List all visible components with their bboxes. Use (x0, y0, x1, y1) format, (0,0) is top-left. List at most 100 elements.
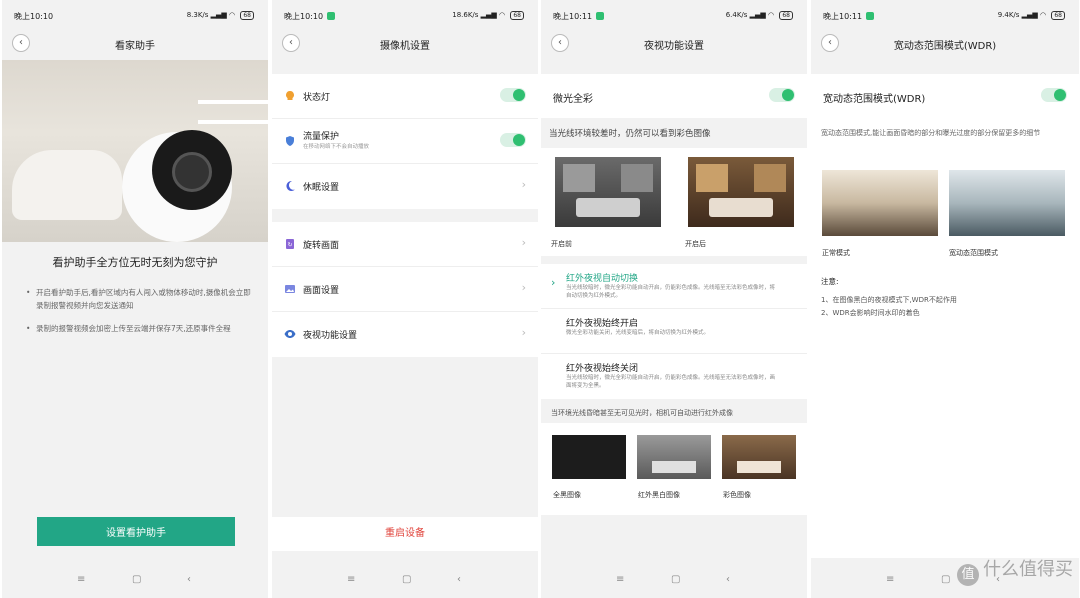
setting-night-vision[interactable]: 夜视功能设置 › (272, 312, 538, 357)
setting-label: 夜视功能设置 (303, 331, 358, 341)
setting-label: 画面设置 (303, 286, 340, 296)
status-bar: 晚上10:11 9.4K/s ▂▄▆ ◠ 68 (811, 8, 1079, 24)
status-bar: 晚上10:10 18.6K/s ▂▄▆ ◠ 68 (272, 8, 538, 24)
home-icon[interactable]: ▢ (671, 574, 680, 585)
option-title: 红外夜视始终关闭 (566, 364, 639, 374)
shelf-graphic (198, 100, 268, 104)
home-icon[interactable]: ▢ (941, 574, 950, 585)
shelf-graphic (198, 120, 268, 124)
setting-label: 旋转画面 (303, 241, 340, 251)
chevron-right-icon: › (521, 281, 526, 294)
back-nav-icon[interactable]: ‹ (187, 574, 191, 585)
ir-description: 当环境光线昏暗甚至无可见光时，相机可自动进行红外成像 (551, 409, 733, 417)
home-icon[interactable]: ▢ (402, 574, 411, 585)
option-desc: 当光线较暗时，微光全彩功能自动开启，仍能彩色成像。光线暗至无法彩色成像时，将自动… (566, 285, 776, 299)
screen-camera-settings: 晚上10:10 18.6K/s ▂▄▆ ◠ 68 ‹ 摄像机设置 状态灯 流量保… (272, 0, 538, 598)
home-icon[interactable]: ▢ (132, 574, 141, 585)
watermark-text: 什么值得买 (983, 559, 1073, 580)
wdr-row[interactable]: 宽动态范围模式(WDR) (811, 74, 1079, 118)
normal-caption: 正常模式 (822, 249, 850, 257)
status-right: 9.4K/s ▂▄▆ ◠ 68 (998, 11, 1065, 20)
after-image (688, 157, 794, 227)
note-title: 注意: (821, 277, 839, 286)
page-title: 摄像机设置 (380, 41, 430, 52)
screen-wdr: 晚上10:11 9.4K/s ▂▄▆ ◠ 68 ‹ 宽动态范围模式(WDR) 宽… (811, 0, 1079, 598)
status-light-toggle[interactable] (500, 88, 526, 102)
net-speed: 18.6K/s (452, 11, 479, 19)
setup-guard-button[interactable]: 设置看护助手 (37, 517, 235, 546)
sofa-graphic (12, 150, 122, 220)
status-right: 18.6K/s ▂▄▆ ◠ 68 (452, 11, 524, 20)
menu-icon[interactable]: ≡ (616, 574, 624, 585)
battery-icon: 68 (779, 11, 793, 20)
feature-list: 开启看护助手后,看护区域内有人闯入或物体移动时,摄像机会立即录制报警视频并向您发… (26, 286, 252, 345)
data-saver-toggle[interactable] (500, 133, 526, 147)
settings-group-2: ↻ 旋转画面 › 画面设置 › 夜视功能设置 › (272, 222, 538, 357)
window-graphic (696, 164, 729, 192)
section-description: 当光线环境较差时，仍然可以看到彩色图像 (549, 129, 711, 139)
status-bar: 晚上10:11 6.4K/s ▂▄▆ ◠ 68 (541, 8, 807, 24)
restart-device-button[interactable]: 重启设备 (272, 517, 538, 551)
app-notify-icon (866, 12, 875, 20)
wdr-body: 宽动态范围模式,能让画面昏暗的部分和曝光过度的部分保留更多的细节 正常模式 宽动… (811, 118, 1079, 558)
chevron-right-icon: › (521, 178, 526, 191)
ir-sample-images: 全黑图像 红外黑白图像 彩色图像 (541, 423, 807, 515)
system-nav: ≡ ▢ ‹ (272, 574, 538, 588)
setting-rotate[interactable]: ↻ 旋转画面 › (272, 222, 538, 267)
window-graphic (563, 164, 596, 192)
page-title: 看家助手 (115, 41, 155, 52)
note-item: 1、在图像黑白的夜视模式下,WDR不起作用 (821, 296, 957, 304)
status-time: 晚上10:11 (823, 11, 875, 22)
bed-graphic (709, 197, 773, 218)
thumb-black (552, 435, 626, 479)
setting-sleep[interactable]: 休眠设置 › (272, 164, 538, 209)
settings-group-1: 状态灯 流量保护 在移动网络下不会自动播放 休眠设置 › (272, 74, 538, 209)
headline: 看护助手全方位无时无刻为您守护 (52, 256, 218, 269)
status-right: 8.3K/s ▂▄▆ ◠ 68 (187, 11, 254, 20)
menu-icon[interactable]: ≡ (77, 574, 85, 585)
option-ir-always-on[interactable]: 红外夜视始终开启 微光全彩功能关闭，光线变暗后，将自动切换为红外模式。 (541, 309, 807, 354)
lowlight-color-toggle[interactable] (769, 88, 795, 102)
section-description: 宽动态范围模式,能让画面昏暗的部分和曝光过度的部分保留更多的细节 (821, 129, 1041, 137)
watermark: 值什么值得买 (957, 555, 1073, 586)
thumb-caption: 全黑图像 (553, 491, 581, 499)
setting-data-saver[interactable]: 流量保护 在移动网络下不会自动播放 (272, 119, 538, 164)
system-nav: ≡ ▢ ‹ (2, 574, 268, 588)
bed-graphic (736, 460, 782, 473)
app-notify-icon (596, 12, 605, 20)
window-graphic (620, 164, 653, 192)
setting-status-light[interactable]: 状态灯 (272, 74, 538, 119)
lowlight-color-row[interactable]: 微光全彩 (541, 74, 807, 118)
status-time-text: 晚上10:11 (823, 12, 863, 21)
status-time: 晚上10:10 (284, 11, 336, 22)
menu-icon[interactable]: ≡ (886, 574, 894, 585)
option-desc: 当光线较暗时，微光全彩功能自动开启，仍能彩色成像。光线暗至无法彩色成像时，画面将… (566, 375, 776, 389)
nav-bar: ‹ 宽动态范围模式(WDR) (811, 32, 1079, 54)
status-bar: 晚上10:10 8.3K/s ▂▄▆ ◠ 68 (2, 8, 268, 24)
night-mode-options: › 红外夜视自动切换 当光线较暗时，微光全彩功能自动开启，仍能彩色成像。光线暗至… (541, 264, 807, 399)
setting-label: 宽动态范围模式(WDR) (823, 94, 926, 105)
menu-icon[interactable]: ≡ (347, 574, 355, 585)
nav-bar: ‹ 摄像机设置 (272, 32, 538, 54)
app-notify-icon (327, 12, 336, 20)
before-caption: 开启前 (551, 240, 572, 248)
thumb-ir-bw (637, 435, 711, 479)
status-time-text: 晚上10:11 (553, 12, 593, 21)
thumb-color (722, 435, 796, 479)
setting-image[interactable]: 画面设置 › (272, 267, 538, 312)
option-ir-always-off[interactable]: 红外夜视始终关闭 当光线较暗时，微光全彩功能自动开启，仍能彩色成像。光线暗至无法… (541, 354, 807, 399)
camera-lens-ring-graphic (172, 152, 212, 192)
back-nav-icon[interactable]: ‹ (457, 574, 461, 585)
status-time: 晚上10:10 (14, 12, 54, 21)
back-nav-icon[interactable]: ‹ (726, 574, 730, 585)
option-ir-auto[interactable]: › 红外夜视自动切换 当光线较暗时，微光全彩功能自动开启，仍能彩色成像。光线暗至… (541, 264, 807, 309)
wdr-toggle[interactable] (1041, 88, 1067, 102)
nav-bar: ‹ 看家助手 (2, 32, 268, 54)
svg-text:↻: ↻ (287, 242, 292, 249)
battery-icon: 68 (510, 11, 524, 20)
note-item: 2、WDR会影响时间水印的着色 (821, 309, 920, 317)
option-title: 红外夜视自动切换 (566, 274, 639, 284)
bed-graphic (576, 197, 640, 218)
thumb-caption: 彩色图像 (723, 491, 751, 499)
status-time: 晚上10:11 (553, 11, 605, 22)
